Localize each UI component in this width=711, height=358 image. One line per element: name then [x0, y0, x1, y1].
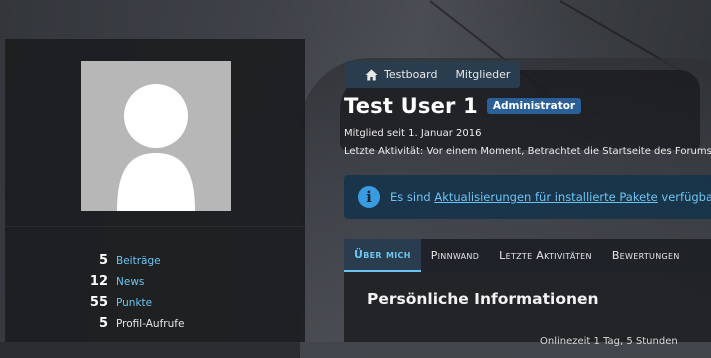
stat-value: 5 [98, 253, 108, 268]
user-stats: 5 Beiträge 12 News 55 Punkte 5 Profil-Au… [5, 250, 305, 334]
last-activity: Letzte Aktivität: Vor einem Moment, Betr… [344, 146, 711, 157]
stat-value: 12 [89, 274, 108, 289]
breadcrumb-label: Testboard [384, 68, 438, 81]
notice-text-after: verfügbar. [661, 190, 711, 204]
info-icon: i [358, 186, 380, 208]
profile-tabs: Über mich Pinnwand Letzte Aktivitäten Be… [344, 239, 711, 272]
stat-label-link[interactable]: Punkte [116, 297, 152, 309]
breadcrumb: Testboard Mitglieder [345, 61, 521, 88]
stat-profile-views: 5 Profil-Aufrufe [5, 313, 305, 334]
profile-sidebar: 5 Beiträge 12 News 55 Punkte 5 Profil-Au… [5, 39, 305, 342]
member-since: Mitglied seit 1. Januar 2016 [344, 128, 482, 139]
tab-about-me[interactable]: Über mich [344, 239, 421, 272]
avatar[interactable] [81, 61, 231, 211]
stat-value: 5 [98, 316, 108, 331]
stat-value: 55 [89, 295, 108, 310]
breadcrumb-home-link[interactable]: Testboard [365, 68, 437, 81]
divider [5, 226, 305, 227]
tab-ratings[interactable]: Bewertungen [602, 239, 690, 272]
stat-label-link[interactable]: News [116, 276, 144, 288]
tab-wall[interactable]: Pinnwand [421, 239, 489, 272]
default-avatar-icon [117, 84, 195, 211]
page-title: Test User 1 [344, 94, 478, 118]
stat-label: Profil-Aufrufe [116, 317, 185, 330]
notice-text-before: Es sind [390, 190, 435, 204]
rank-badge: Administrator [486, 98, 582, 114]
breadcrumb-label: Mitglieder [455, 68, 511, 81]
section-title: Persönliche Informationen [367, 290, 599, 308]
stat-posts[interactable]: 5 Beiträge [5, 250, 305, 271]
stat-points[interactable]: 55 Punkte [5, 292, 305, 313]
stat-label-link[interactable]: Beiträge [116, 255, 161, 267]
stat-news[interactable]: 12 News [5, 271, 305, 292]
tab-recent-activity[interactable]: Letzte Aktivitäten [489, 239, 602, 272]
update-notice: i Es sind Aktualisierungen für installie… [344, 175, 711, 219]
home-icon [365, 69, 378, 81]
breadcrumb-members-link[interactable]: Mitglieder [455, 68, 510, 81]
notice-text: Es sind Aktualisierungen für installiert… [390, 190, 711, 204]
profile-header: Test User 1 Administrator [344, 94, 582, 118]
notice-updates-link[interactable]: Aktualisierungen für installierte Pakete [434, 190, 657, 204]
